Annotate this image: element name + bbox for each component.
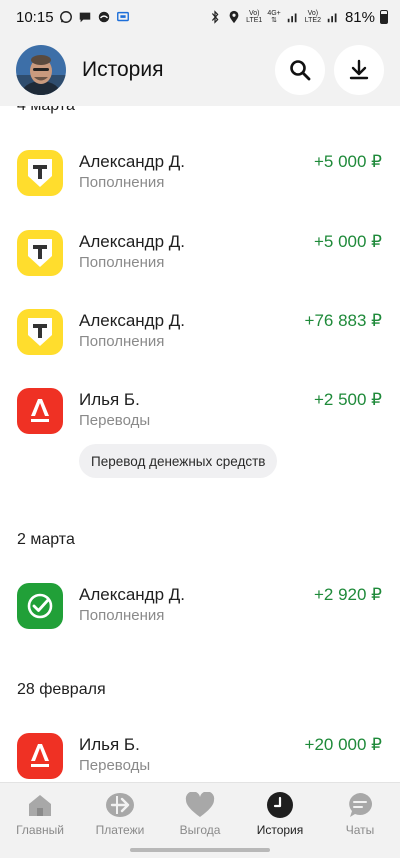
date-header: 28 февраля (17, 681, 106, 698)
transaction-amount: +2 500 ₽ (313, 390, 382, 409)
tinkoff-bank-icon (17, 150, 63, 196)
home-icon (25, 791, 55, 819)
lte1-indicator: Vo) LTE1 (246, 10, 263, 24)
page-title: История (82, 58, 164, 81)
download-icon (349, 59, 369, 80)
4g-indicator: 4G+ ⇅ (267, 10, 281, 24)
avatar[interactable] (16, 45, 66, 95)
transaction-name: Илья Б. (79, 735, 140, 754)
alfa-bank-icon (17, 388, 63, 434)
nav-item-benefits[interactable]: Выгода (160, 791, 240, 837)
bottom-navigation: Главный Платежи Выгода История Чаты (0, 782, 400, 858)
history-list[interactable]: 4 марта Александр Д. Пополнения +5 000 ₽… (0, 106, 400, 782)
transaction-amount: +5 000 ₽ (313, 152, 382, 171)
status-bar: 10:15 Vo) LTE1 4G+ ⇅ Vo) LTE2 81% (0, 0, 400, 34)
search-icon (290, 60, 311, 81)
tinkoff-bank-icon (17, 309, 63, 355)
nav-label: Главный (16, 823, 64, 837)
tinkoff-bank-icon (17, 230, 63, 276)
nav-label: Чаты (345, 823, 375, 837)
transaction-category: Переводы (79, 412, 151, 429)
transaction-category: Пополнения (79, 607, 165, 624)
clock-icon (265, 791, 295, 819)
transfer-icon (105, 791, 135, 819)
transaction-item[interactable]: Александр Д. Пополнения +5 000 ₽ (0, 150, 400, 220)
nav-item-home[interactable]: Главный (0, 791, 80, 837)
search-button[interactable] (275, 45, 325, 95)
sber-bank-icon (17, 583, 63, 629)
date-header: 4 марта (17, 106, 75, 115)
transaction-name: Александр Д. (79, 311, 186, 330)
cast-icon (116, 11, 129, 22)
transaction-name: Илья Б. (79, 390, 140, 409)
chat-bubble-icon (79, 12, 90, 23)
whatsapp-icon (59, 11, 72, 23)
nav-label: История (256, 823, 304, 837)
transaction-amount: +2 920 ₽ (313, 585, 382, 604)
transaction-name: Александр Д. (79, 585, 186, 604)
download-button[interactable] (334, 45, 384, 95)
date-header: 2 марта (17, 531, 75, 548)
system-home-indicator[interactable] (130, 848, 270, 852)
transaction-category: Пополнения (79, 333, 165, 350)
transaction-amount: +5 000 ₽ (313, 232, 382, 251)
transaction-item[interactable]: Илья Б. Переводы +20 000 ₽ (0, 733, 400, 782)
nav-label: Выгода (179, 823, 221, 837)
signal-icon (287, 13, 297, 23)
transaction-category: Пополнения (79, 174, 165, 191)
transaction-amount: +76 883 ₽ (304, 311, 382, 330)
transaction-name: Александр Д. (79, 152, 186, 171)
signal-icon (327, 13, 337, 23)
battery-icon (380, 10, 388, 24)
bluetooth-icon (212, 10, 219, 24)
transaction-name: Александр Д. (79, 232, 186, 251)
battery-percent: 81% (344, 8, 375, 26)
location-icon (229, 10, 239, 24)
nav-label: Платежи (95, 823, 145, 837)
app-notification-icon (98, 11, 109, 23)
nav-item-payments[interactable]: Платежи (80, 791, 160, 837)
nav-item-history[interactable]: История (240, 791, 320, 837)
lte2-indicator: Vo) LTE2 (304, 10, 321, 24)
transaction-item[interactable]: Александр Д. Пополнения +5 000 ₽ (0, 230, 400, 300)
app-header: История (0, 34, 400, 106)
transaction-item[interactable]: Александр Д. Пополнения +2 920 ₽ (0, 583, 400, 653)
transaction-item[interactable]: Илья Б. Переводы +2 500 ₽ Перевод денежн… (0, 388, 400, 498)
transaction-amount: +20 000 ₽ (304, 735, 382, 754)
transaction-description-chip[interactable]: Перевод денежных средств (79, 444, 278, 478)
transaction-category: Пополнения (79, 254, 165, 271)
transaction-item[interactable]: Александр Д. Пополнения +76 883 ₽ (0, 309, 400, 379)
status-time: 10:15 (16, 8, 54, 26)
nav-item-chats[interactable]: Чаты (320, 791, 400, 837)
alfa-bank-icon (17, 733, 63, 779)
heart-icon (185, 791, 215, 819)
transaction-category: Переводы (79, 757, 151, 774)
chat-icon (345, 791, 375, 819)
